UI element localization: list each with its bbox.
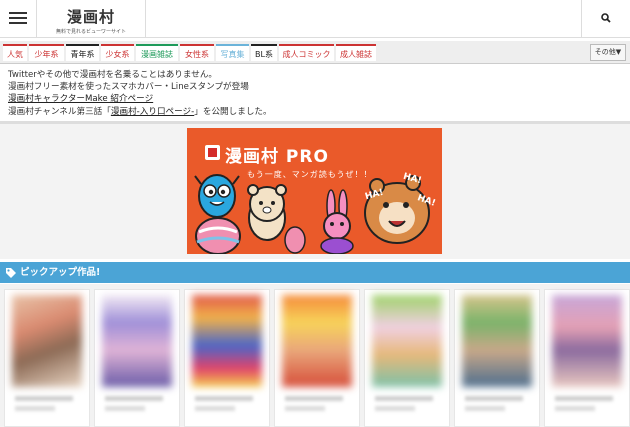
more-categories-dropdown[interactable]: その他▼ [590,44,626,61]
tab-adult-magazine[interactable]: 成人雑誌 [336,44,376,61]
pickup-item-title-placeholder [465,396,523,401]
notice-line: Twitterやその他で漫画村を名乗ることはありません。 [8,70,218,80]
pickup-item-title-placeholder [555,396,613,401]
pickup-item-subtitle-placeholder [555,406,595,411]
promo-banner[interactable]: 漫画村 PRO もう一度、マンガ読もうぜ！！ HA! HA! HA! [187,128,442,254]
pickup-item-title-placeholder [195,396,253,401]
category-nav: 人気 少年系 青年系 少女系 漫画雑誌 女性系 写真集 BL系 成人コミック 成… [0,41,630,64]
tag-icon [6,268,16,278]
blue-creature-illustration [194,174,430,254]
notice-box: Twitterやその他で漫画村を名乗ることはありません。 漫画村フリー素材を使っ… [8,69,608,118]
tab-shojo[interactable]: 少女系 [101,44,134,61]
pickup-item-subtitle-placeholder [465,406,505,411]
site-logo[interactable]: 漫画村 無料で見れるビューワーサイト [37,0,146,37]
tab-label: 成人雑誌 [340,50,372,59]
pickup-item-cover-image [192,295,262,387]
tab-label: 人気 [7,50,23,59]
pickup-item-cover-image [462,295,532,387]
pickup-item-card[interactable] [544,289,630,427]
character-make-link[interactable]: 漫画村キャラクターMake 紹介ページ [8,94,153,104]
pickup-item-title-placeholder [285,396,343,401]
tab-label: BL系 [255,50,273,59]
notice-text: 漫画村チャンネル第三話「 [8,106,111,117]
tab-label: 青年系 [70,50,95,59]
tab-josei[interactable]: 女性系 [180,44,214,61]
pickup-item-cover-image [12,295,82,387]
entrance-page-link[interactable]: 漫画村-入り口ページ- [111,107,194,117]
pickup-item-cover-image [102,295,172,387]
tab-photobook[interactable]: 写真集 [216,44,249,61]
tab-shonen[interactable]: 少年系 [29,44,64,61]
search-icon [601,13,611,23]
pickup-item-title-placeholder [105,396,163,401]
pickup-item-card[interactable] [4,289,90,427]
tab-label: 写真集 [220,50,245,59]
logo-tagline: 無料で見れるビューワーサイト [56,29,126,35]
pickup-item-card[interactable] [274,289,360,427]
pickup-item-card[interactable] [454,289,540,427]
hamburger-icon [9,12,27,14]
pickup-item-subtitle-placeholder [15,406,55,411]
logo-name: 漫画村 [66,8,115,26]
tab-label: 少年系 [34,50,59,59]
site-header: 漫画村 無料で見れるビューワーサイト [0,0,630,38]
pickup-section-header: ピックアップ作品! [0,262,630,283]
search-button[interactable] [581,0,630,37]
tab-label: 女性系 [185,50,209,59]
notice-line: 漫画村フリー素材を使ったスマホカバー・Lineスタンプが登場 [8,82,249,93]
pickup-item-card[interactable] [184,289,270,427]
tab-manga-magazine[interactable]: 漫画雑誌 [136,44,178,61]
pickup-item-subtitle-placeholder [285,406,325,411]
tab-popular[interactable]: 人気 [3,44,27,61]
tab-bl[interactable]: BL系 [251,44,277,61]
tab-adult-comic[interactable]: 成人コミック [279,44,334,61]
pickup-item-subtitle-placeholder [375,406,415,411]
hamburger-icon-bar [9,17,27,19]
pickup-item-cover-image [552,295,622,387]
pickup-item-cover-image [372,295,442,387]
pickup-item-title-placeholder [375,396,433,401]
pickup-section-title: ピックアップ作品! [20,267,101,278]
hamburger-menu-button[interactable] [0,0,37,37]
notice-line: 漫画村チャンネル第三話「漫画村-入り口ページ-」を公開しました。 [8,106,608,118]
tab-label: 成人コミック [282,50,331,59]
notice-text: 」を公開しました。 [194,106,272,117]
pickup-item-subtitle-placeholder [195,406,235,411]
pickup-item-card[interactable] [94,289,180,427]
pickup-item-subtitle-placeholder [105,406,145,411]
tab-seinen[interactable]: 青年系 [66,44,99,61]
tab-label: 漫画雑誌 [141,50,173,59]
tab-label: 少女系 [105,50,130,59]
pickup-item-title-placeholder [15,396,73,401]
pickup-item-card[interactable] [364,289,450,427]
hamburger-icon-bar [9,22,27,24]
pickup-item-cover-image [282,295,352,387]
